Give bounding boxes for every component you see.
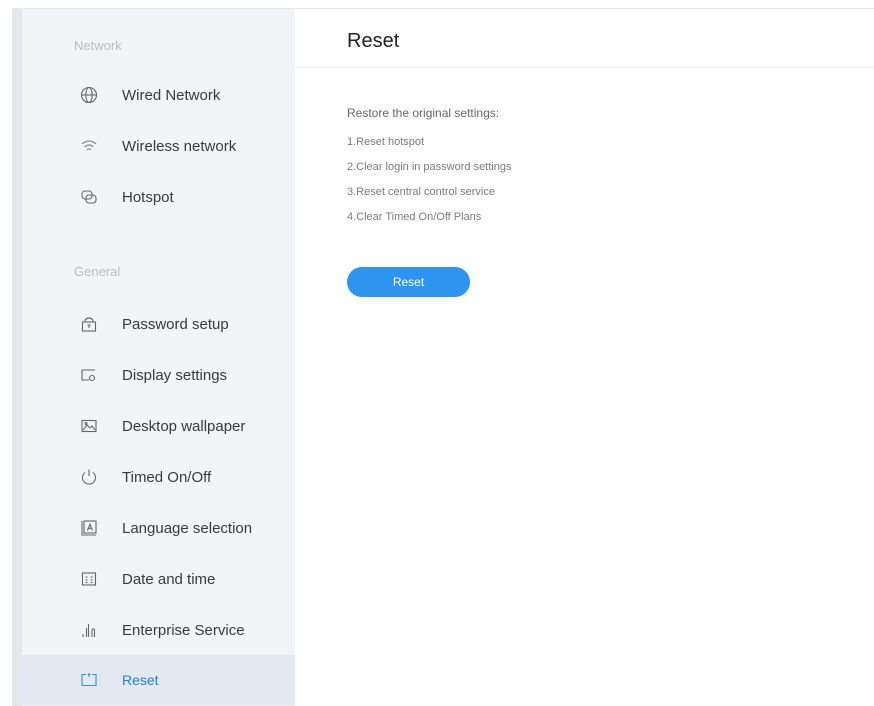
sidebar-item-label: Date and time — [122, 570, 216, 588]
main-panel: Reset Restore the original settings: 1.R… — [295, 9, 874, 706]
sidebar-item-label: Language selection — [122, 519, 253, 537]
wifi-icon — [80, 137, 98, 155]
reset-button[interactable]: Reset — [347, 267, 470, 297]
sidebar-item-hotspot[interactable]: Hotspot — [22, 172, 295, 222]
sidebar-item-label: Hotspot — [122, 188, 174, 206]
language-icon — [80, 519, 98, 537]
sidebar: Network Wired Network Wireless network H… — [22, 9, 295, 706]
window-border — [12, 0, 22, 706]
window-edge — [0, 0, 12, 706]
reset-icon — [80, 671, 98, 689]
image-icon — [80, 417, 98, 435]
window-top-bar — [12, 0, 874, 9]
power-icon — [80, 468, 98, 486]
hotspot-icon — [80, 188, 98, 206]
sidebar-item-date-and-time[interactable]: Date and time — [22, 554, 295, 604]
sidebar-item-password-setup[interactable]: Password setup — [22, 299, 295, 349]
sidebar-item-label: Enterprise Service — [122, 621, 245, 639]
description-title: Restore the original settings: — [347, 106, 500, 120]
sidebar-item-label: Display settings — [122, 366, 228, 384]
page-header: Reset — [295, 9, 874, 68]
display-icon — [80, 366, 98, 384]
calendar-icon — [80, 570, 98, 588]
sidebar-item-desktop-wallpaper[interactable]: Desktop wallpaper — [22, 401, 295, 451]
sidebar-item-wireless-network[interactable]: Wireless network — [22, 121, 295, 171]
sidebar-item-label: Password setup — [122, 315, 229, 333]
globe-icon — [80, 86, 98, 104]
reset-item: 3.Reset central control service — [347, 186, 495, 198]
sidebar-item-label: Timed On/Off — [122, 468, 212, 486]
sidebar-item-label: Reset — [122, 672, 159, 688]
reset-item: 2.Clear login in password settings — [347, 161, 512, 173]
reset-item: 1.Reset hotspot — [347, 136, 425, 148]
reset-item: 4.Clear Timed On/Off Plans — [347, 211, 482, 223]
lock-icon — [80, 315, 98, 333]
section-title-general: General — [74, 264, 121, 279]
bar-chart-icon — [80, 621, 98, 639]
page-title: Reset — [347, 30, 400, 52]
section-title-network: Network — [74, 38, 122, 53]
sidebar-item-display-settings[interactable]: Display settings — [22, 350, 295, 400]
sidebar-item-language-selection[interactable]: Language selection — [22, 503, 295, 553]
sidebar-item-enterprise-service[interactable]: Enterprise Service — [22, 605, 295, 655]
sidebar-item-reset[interactable]: Reset — [22, 655, 295, 705]
sidebar-item-timed-on-off[interactable]: Timed On/Off — [22, 452, 295, 502]
sidebar-item-wired-network[interactable]: Wired Network — [22, 70, 295, 120]
sidebar-item-label: Wired Network — [122, 86, 221, 104]
sidebar-item-label: Desktop wallpaper — [122, 417, 246, 435]
sidebar-item-label: Wireless network — [122, 137, 237, 155]
